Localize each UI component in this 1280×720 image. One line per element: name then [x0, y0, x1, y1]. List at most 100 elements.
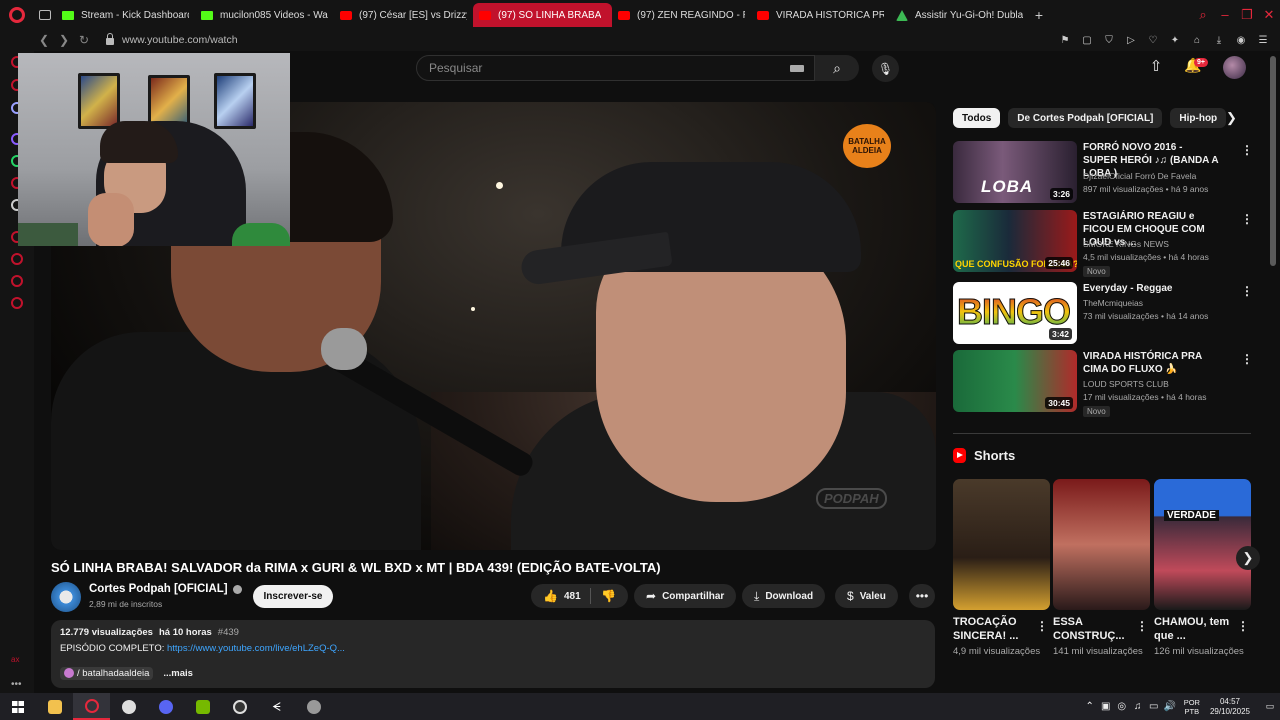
- browser-tab[interactable]: (97) César [ES] vs Drizzy: [334, 3, 473, 27]
- kebab-menu-icon[interactable]: ⋮: [1241, 143, 1253, 157]
- keyboard-icon[interactable]: [790, 65, 804, 72]
- show-more-link[interactable]: ...mais: [163, 668, 193, 679]
- short-thumbnail[interactable]: VERDADE: [1154, 479, 1251, 610]
- shorts-next-button[interactable]: ❯: [1236, 546, 1260, 570]
- video-thumbnail[interactable]: BINGO 3:42: [953, 282, 1077, 344]
- channel-handle-chip[interactable]: / batalhadaaldeia: [60, 667, 154, 680]
- settings-icon[interactable]: [11, 297, 23, 309]
- profile-icon[interactable]: ◉: [1230, 35, 1252, 46]
- dislike-button[interactable]: 👎: [601, 589, 616, 603]
- tray-app-icon[interactable]: ▣: [1098, 701, 1114, 712]
- headset-icon[interactable]: ♫: [1130, 701, 1146, 712]
- channel-name[interactable]: Cortes Podpah [OFICIAL]: [89, 583, 242, 595]
- chevron-up-icon[interactable]: ⌃: [1082, 701, 1098, 712]
- voice-search-button[interactable]: 🎙: [872, 55, 899, 82]
- search-button[interactable]: ⌕: [815, 55, 859, 81]
- vpn-icon[interactable]: ⛉: [1098, 35, 1120, 46]
- heart-icon[interactable]: ♡: [1142, 35, 1164, 46]
- short-thumbnail[interactable]: [1053, 479, 1150, 610]
- wallet-icon[interactable]: ⌂: [1186, 35, 1208, 46]
- episode-link[interactable]: https://www.youtube.com/live/ehLZeQ-Q...: [167, 643, 345, 654]
- share-button[interactable]: ➦ Compartilhar: [634, 584, 737, 608]
- video-thumbnail[interactable]: 30:45: [953, 350, 1077, 412]
- thanks-button[interactable]: $ Valeu: [835, 584, 898, 608]
- browser-tab[interactable]: (97) ZEN REAGINDO - Ri: [612, 3, 751, 27]
- player-icon[interactable]: ▷: [1120, 35, 1142, 46]
- start-button[interactable]: [0, 693, 36, 720]
- channel-avatar[interactable]: [51, 582, 81, 612]
- short-item[interactable]: VERDADE CHAMOU, tem que ... 126 mil visu…: [1154, 479, 1251, 658]
- back-icon[interactable]: ❮: [34, 33, 54, 47]
- taskbar-app[interactable]: [147, 693, 184, 720]
- forward-icon[interactable]: ❯: [54, 33, 74, 47]
- taskbar-app[interactable]: [73, 693, 110, 720]
- minimize-icon[interactable]: –: [1214, 7, 1236, 22]
- like-button[interactable]: 👍 481: [543, 589, 581, 603]
- taskbar-app[interactable]: [110, 693, 147, 720]
- taskbar-app[interactable]: ᗕ: [258, 693, 295, 720]
- history-icon[interactable]: [11, 253, 23, 265]
- short-item[interactable]: ESSA CONSTRUÇ... 141 mil visualizações ⋮: [1053, 479, 1150, 658]
- browser-tab[interactable]: VIRADA HISTÓRICA PRA: [751, 3, 890, 27]
- recommendation-channel[interactable]: DjIzaelOficial Forró De Favela: [1083, 171, 1196, 181]
- description-box[interactable]: 12.779 visualizações há 10 horas #439 EP…: [51, 620, 935, 688]
- sidebar-more-icon[interactable]: •••: [11, 679, 22, 690]
- browser-tab[interactable]: mucilon085 Videos - Wa: [195, 3, 334, 27]
- more-actions-button[interactable]: •••: [909, 584, 935, 608]
- short-item[interactable]: TROCAÇÃO SINCERA! ... 4,9 mil visualizaç…: [953, 479, 1050, 658]
- recommendation-item[interactable]: BINGO 3:42 Everyday - Reggae TheMcmiquei…: [953, 282, 1253, 346]
- recommendation-item[interactable]: LOBA 3:26 FORRÓ NOVO 2016 - SUPER HERÓI …: [953, 141, 1253, 205]
- tray-app-icon[interactable]: ◎: [1114, 701, 1130, 712]
- taskbar-app[interactable]: [295, 693, 332, 720]
- kebab-menu-icon[interactable]: ⋮: [1237, 619, 1249, 633]
- url-field[interactable]: www.youtube.com/watch: [106, 33, 238, 46]
- search-input[interactable]: Pesquisar: [416, 55, 815, 81]
- close-icon[interactable]: ✕: [1258, 7, 1280, 23]
- browser-tab[interactable]: Stream - Kick Dashboard: [56, 3, 195, 27]
- bookmark-icon[interactable]: ⚑: [1054, 35, 1076, 46]
- language-indicator[interactable]: POR PTB: [1184, 698, 1200, 716]
- volume-icon[interactable]: 🔊: [1162, 701, 1178, 712]
- speaker-icon[interactable]: [479, 10, 491, 20]
- maximize-icon[interactable]: ❐: [1236, 7, 1258, 23]
- search-tabs-icon[interactable]: ⌕: [1192, 7, 1214, 23]
- short-thumbnail[interactable]: [953, 479, 1050, 610]
- snapshot-icon[interactable]: ▢: [1076, 35, 1098, 46]
- kebab-menu-icon[interactable]: ⋮: [1241, 284, 1253, 298]
- recommendation-item[interactable]: 30:45 VIRADA HISTÓRICA PRA CIMA DO FLUXO…: [953, 350, 1253, 417]
- reload-icon[interactable]: ↻: [74, 33, 94, 47]
- menu-icon[interactable]: ☰: [1252, 35, 1274, 46]
- recommendation-channel[interactable]: SMOKE KINGs NEWS: [1083, 239, 1169, 249]
- browser-tab-active[interactable]: (97) SÓ LINHA BRABA: [473, 3, 612, 27]
- taskbar-app[interactable]: [36, 693, 73, 720]
- kebab-menu-icon[interactable]: ⋮: [1136, 619, 1148, 633]
- network-icon[interactable]: ▭: [1146, 701, 1162, 712]
- download-button[interactable]: ⤓ Download: [742, 584, 826, 608]
- kebab-menu-icon[interactable]: ⋮: [1241, 212, 1253, 226]
- chip-hiphop[interactable]: Hip-hop: [1170, 108, 1227, 128]
- video-thumbnail[interactable]: QUE CONFUSÃO FOI ESSA?!! 25:46: [953, 210, 1077, 272]
- create-button[interactable]: ⇧: [1146, 57, 1166, 77]
- new-tab-button[interactable]: +: [1029, 7, 1049, 23]
- account-avatar[interactable]: [1223, 56, 1246, 79]
- browser-tab[interactable]: Assistir Yu-Gi-Oh! Dublad: [890, 3, 1029, 27]
- chip-channel[interactable]: De Cortes Podpah [OFICIAL]: [1008, 108, 1163, 128]
- hashtag-link[interactable]: #439: [218, 627, 239, 638]
- recommendation-channel[interactable]: TheMcmiqueias: [1083, 298, 1143, 308]
- chevron-right-icon[interactable]: ❯: [1226, 110, 1237, 126]
- page-scrollbar[interactable]: [1270, 56, 1276, 266]
- subscribe-button[interactable]: Inscrever-se: [253, 585, 333, 608]
- taskbar-app[interactable]: [184, 693, 221, 720]
- taskbar-app[interactable]: [221, 693, 258, 720]
- clock[interactable]: 04:57 29/10/2025: [1210, 697, 1250, 717]
- download-icon[interactable]: ⤓: [1208, 35, 1230, 46]
- chip-all[interactable]: Todos: [953, 108, 1001, 128]
- opera-menu-icon[interactable]: [0, 0, 34, 29]
- kebab-menu-icon[interactable]: ⋮: [1036, 619, 1048, 633]
- downloads-icon[interactable]: [11, 275, 23, 287]
- extensions-icon[interactable]: ✦: [1164, 35, 1186, 46]
- kebab-menu-icon[interactable]: ⋮: [1241, 352, 1253, 366]
- tab-overview-icon[interactable]: [34, 0, 56, 29]
- video-thumbnail[interactable]: LOBA 3:26: [953, 141, 1077, 203]
- recommendation-item[interactable]: QUE CONFUSÃO FOI ESSA?!! 25:46 ESTAGIÁRI…: [953, 210, 1253, 277]
